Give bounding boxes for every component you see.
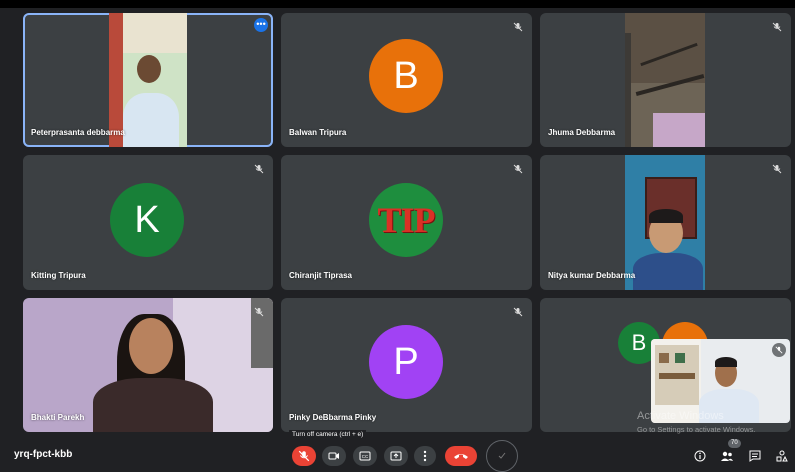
more-options-icon[interactable]: •••	[254, 18, 268, 32]
mic-off-icon	[253, 306, 265, 318]
camera-icon	[328, 452, 339, 460]
leave-call-button[interactable]	[445, 446, 477, 466]
shelf-image	[655, 345, 699, 405]
info-icon	[694, 450, 706, 462]
participant-name: Nitya kumar Debbarma	[548, 271, 636, 280]
hand-raise-button[interactable]	[486, 440, 518, 472]
participant-video	[625, 13, 705, 147]
logo-avatar: TIP	[369, 183, 443, 257]
present-button[interactable]	[384, 446, 408, 466]
mic-off-icon	[512, 21, 524, 33]
participant-tile[interactable]: TIP Chiranjit Tiprasa	[281, 155, 532, 290]
captions-icon: CC	[359, 451, 371, 461]
participant-name: Balwan Tripura	[289, 128, 347, 137]
participant-tile[interactable]: B Balwan Tripura	[281, 13, 532, 147]
camera-toggle-button[interactable]	[322, 446, 346, 466]
chat-button[interactable]	[748, 449, 762, 463]
mic-off-icon	[771, 21, 783, 33]
mic-off-icon	[253, 163, 265, 175]
participant-name: Chiranjit Tiprasa	[289, 271, 352, 280]
participant-name: Jhuma Debbarma	[548, 128, 616, 137]
participant-name: Bhakti Parekh	[31, 413, 85, 422]
mic-off-icon	[298, 450, 310, 462]
participant-name: Kitting Tripura	[31, 271, 86, 280]
people-button[interactable]	[720, 449, 734, 463]
activities-icon	[776, 450, 788, 462]
participant-tile[interactable]: Bhakti Parekh	[23, 298, 273, 432]
captions-button[interactable]: CC	[353, 446, 377, 466]
activation-watermark-title: Activate Windows	[637, 410, 724, 422]
mic-toggle-button[interactable]	[292, 446, 316, 466]
participant-tile[interactable]: K Kitting Tripura	[23, 155, 273, 290]
more-options-button[interactable]	[414, 446, 436, 466]
top-bar	[0, 0, 795, 8]
participant-video	[109, 13, 187, 147]
more-vert-icon	[423, 450, 427, 462]
participant-video	[23, 298, 273, 432]
hang-up-icon	[454, 454, 468, 459]
chat-icon	[749, 450, 761, 462]
participant-tile[interactable]: Nitya kumar Debbarma	[540, 155, 791, 290]
participant-video	[625, 155, 705, 290]
activities-button[interactable]	[775, 449, 789, 463]
present-icon	[390, 451, 402, 461]
participant-tile[interactable]: Jhuma Debbarma	[540, 13, 791, 147]
mic-off-icon	[772, 343, 786, 357]
avatar: K	[110, 183, 184, 257]
camera-tooltip: Turn off camera (ctrl + e)	[289, 430, 367, 439]
avatar: B	[369, 39, 443, 113]
mic-off-icon	[512, 306, 524, 318]
participant-name: Peterprasanta debbarma	[31, 128, 125, 137]
meeting-code: yrq-fpct-kbb	[14, 449, 73, 460]
participant-name: Pinky DeBbarma Pinky	[289, 413, 377, 422]
people-icon	[721, 451, 733, 461]
svg-text:CC: CC	[362, 454, 369, 459]
participant-tile[interactable]: P Pinky DeBbarma Pinky	[281, 298, 532, 432]
meeting-details-button[interactable]	[693, 449, 707, 463]
participant-tile[interactable]: ••• Peterprasanta debbarma	[23, 13, 273, 147]
mic-off-icon	[771, 163, 783, 175]
mic-off-icon	[512, 163, 524, 175]
avatar: P	[369, 325, 443, 399]
people-count-badge: 70	[728, 439, 741, 448]
activation-watermark-subtitle: Go to Settings to activate Windows.	[637, 425, 756, 434]
logo-text: TIP	[377, 200, 435, 240]
check-icon	[498, 452, 506, 459]
